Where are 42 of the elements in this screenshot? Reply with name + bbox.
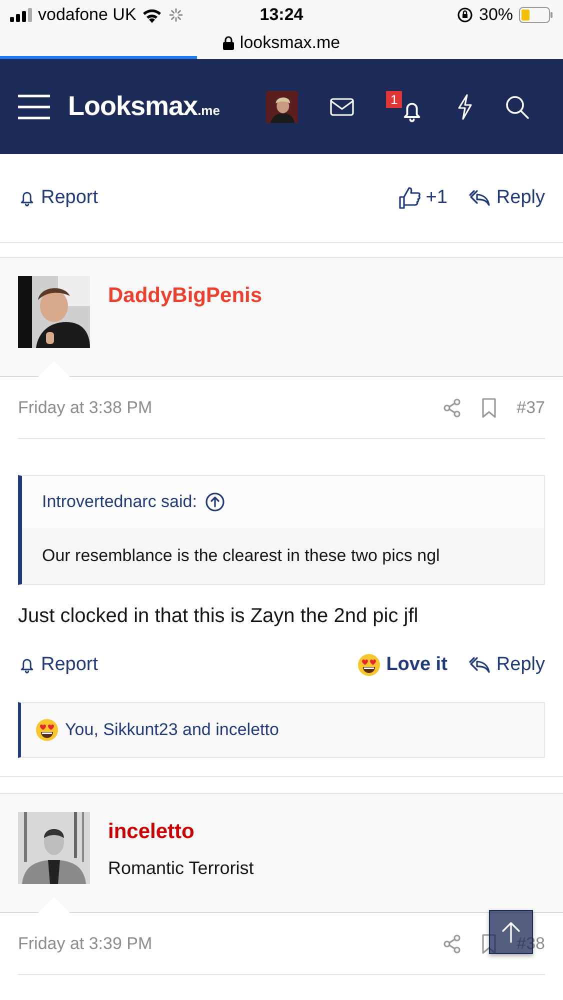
reactions-list-link[interactable]: You, Sikkunt23 and inceletto bbox=[65, 720, 279, 740]
thumbs-up-icon bbox=[398, 187, 421, 209]
report-link[interactable]: Report bbox=[18, 654, 98, 676]
notifications-button[interactable]: 1 bbox=[386, 90, 424, 122]
notification-badge: 1 bbox=[386, 90, 402, 108]
heart-eyes-emoji-icon bbox=[357, 653, 382, 677]
lock-icon bbox=[222, 36, 234, 50]
site-logo-suffix[interactable]: .me bbox=[198, 103, 220, 118]
battery-percent: 30% bbox=[478, 5, 514, 25]
battery-icon bbox=[519, 7, 554, 23]
clock-time: 13:24 bbox=[260, 5, 304, 25]
wifi-icon bbox=[142, 8, 162, 22]
lightning-icon[interactable] bbox=[456, 94, 473, 120]
reply-icon bbox=[469, 189, 492, 207]
reaction-link[interactable]: Love it bbox=[357, 653, 448, 677]
rotation-lock-icon bbox=[456, 7, 473, 23]
post-body: Just clocked in that this is Zayn the 2nd pic jfl bbox=[18, 605, 420, 628]
username-link[interactable]: inceletto bbox=[108, 820, 254, 844]
carrier-name: vodafone UK bbox=[38, 5, 136, 25]
like-link[interactable]: +1 bbox=[398, 187, 448, 209]
loading-spinner-icon bbox=[168, 7, 184, 23]
arrow-up-circle-icon[interactable] bbox=[204, 492, 225, 512]
site-logo[interactable]: Looksmax bbox=[68, 91, 198, 122]
heart-eyes-emoji-icon bbox=[35, 718, 59, 742]
quote-text: Our resemblance is the clearest in these two pics ngl bbox=[22, 528, 544, 584]
username-link[interactable]: DaddyBigPenis bbox=[108, 284, 262, 308]
menu-icon[interactable] bbox=[18, 94, 50, 120]
account-avatar[interactable] bbox=[266, 90, 298, 122]
user-title: Romantic Terrorist bbox=[108, 858, 254, 879]
bell-icon bbox=[18, 189, 36, 207]
url-text[interactable]: looksmax.me bbox=[240, 33, 340, 53]
reply-link[interactable]: Reply bbox=[469, 187, 545, 209]
search-icon[interactable] bbox=[504, 94, 529, 118]
share-icon[interactable] bbox=[442, 398, 461, 418]
report-link[interactable]: Report bbox=[18, 187, 98, 209]
signal-icon bbox=[10, 8, 32, 22]
reply-icon bbox=[469, 656, 492, 674]
share-icon[interactable] bbox=[442, 934, 461, 954]
bell-icon bbox=[18, 656, 36, 674]
reply-link[interactable]: Reply bbox=[469, 654, 545, 676]
envelope-icon[interactable] bbox=[330, 98, 354, 116]
quote-author-link[interactable]: Introvertednarc said: bbox=[42, 492, 197, 512]
